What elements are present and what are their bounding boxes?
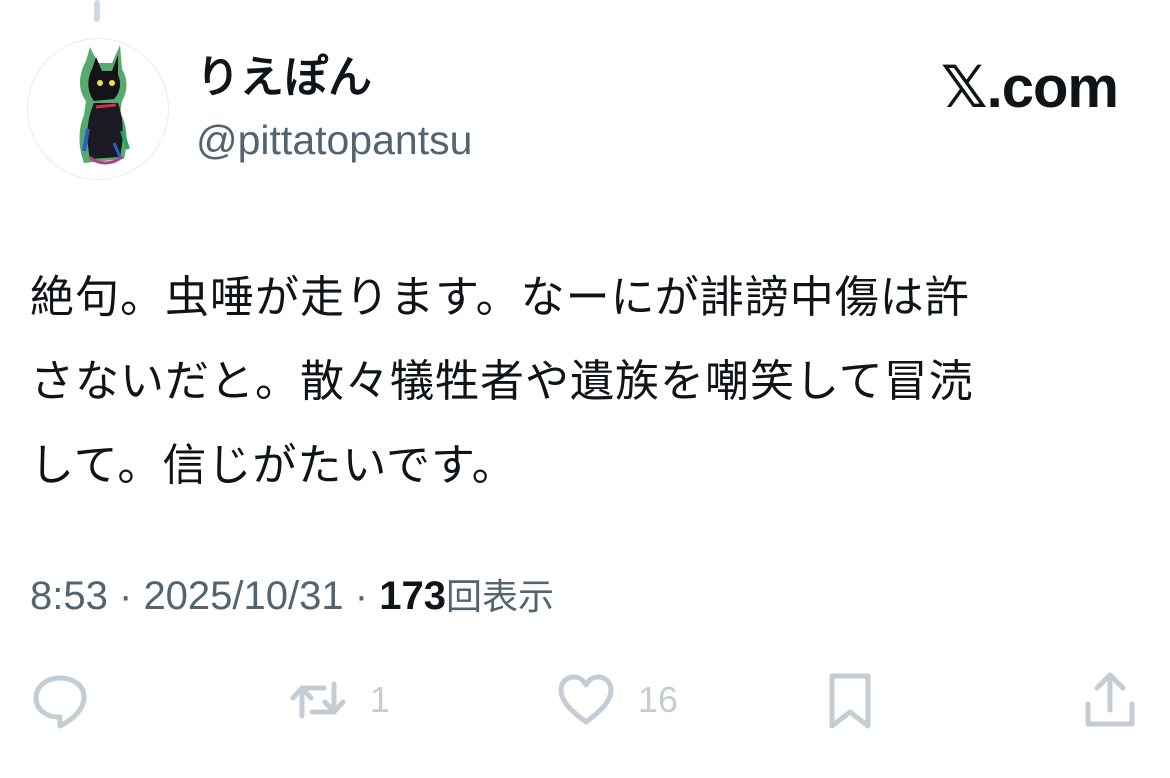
- like-button[interactable]: 16: [556, 668, 678, 732]
- tweet-text: 絶句。虫唾が走ります。なーにが誹謗中傷は許 さないだと。散々犠牲者や遺族を嘲笑し…: [30, 256, 1100, 508]
- like-count: 16: [638, 679, 679, 720]
- tweet-time[interactable]: 8:53: [30, 574, 108, 618]
- x-com-brand: 𝕏.com: [940, 55, 1119, 120]
- share-icon: [1085, 672, 1135, 727]
- share-button[interactable]: [1080, 668, 1140, 732]
- action-bar: 1 16: [0, 668, 1170, 738]
- meta-separator: ·: [118, 574, 133, 618]
- avatar[interactable]: [27, 38, 169, 180]
- reply-bubble-icon: [33, 675, 87, 729]
- author-display-name[interactable]: りえぽん: [196, 50, 372, 106]
- repost-button[interactable]: 1: [288, 668, 390, 732]
- cat-illustration-avatar-icon: [79, 45, 130, 165]
- author-handle[interactable]: @pittatopantsu: [196, 114, 472, 166]
- repost-count: 1: [370, 679, 391, 720]
- tweet-screenshot: りえぽん @pittatopantsu 𝕏.com 絶句。虫唾が走ります。なーに…: [0, 0, 1170, 778]
- meta-separator: ·: [354, 574, 369, 618]
- heart-icon: [558, 674, 614, 725]
- tweet-date[interactable]: 2025/10/31: [143, 574, 343, 618]
- tweet-text-line: さないだと。散々犠牲者や遺族を嘲笑して冒涜: [30, 356, 974, 407]
- view-label: 回表示: [445, 577, 554, 618]
- reply-button[interactable]: [30, 668, 90, 732]
- tweet-text-line: して。信じがたいです。: [30, 440, 517, 491]
- thread-connector-line: [94, 0, 100, 22]
- view-count: 173: [379, 574, 446, 618]
- repost-icon: [290, 681, 346, 719]
- bookmark-button[interactable]: [820, 668, 880, 732]
- tweet-text-line: 絶句。虫唾が走ります。なーにが誹謗中傷は許: [30, 272, 970, 323]
- bookmark-icon: [829, 673, 871, 729]
- tweet-meta: 8:53 · 2025/10/31 · 173回表示: [30, 570, 554, 624]
